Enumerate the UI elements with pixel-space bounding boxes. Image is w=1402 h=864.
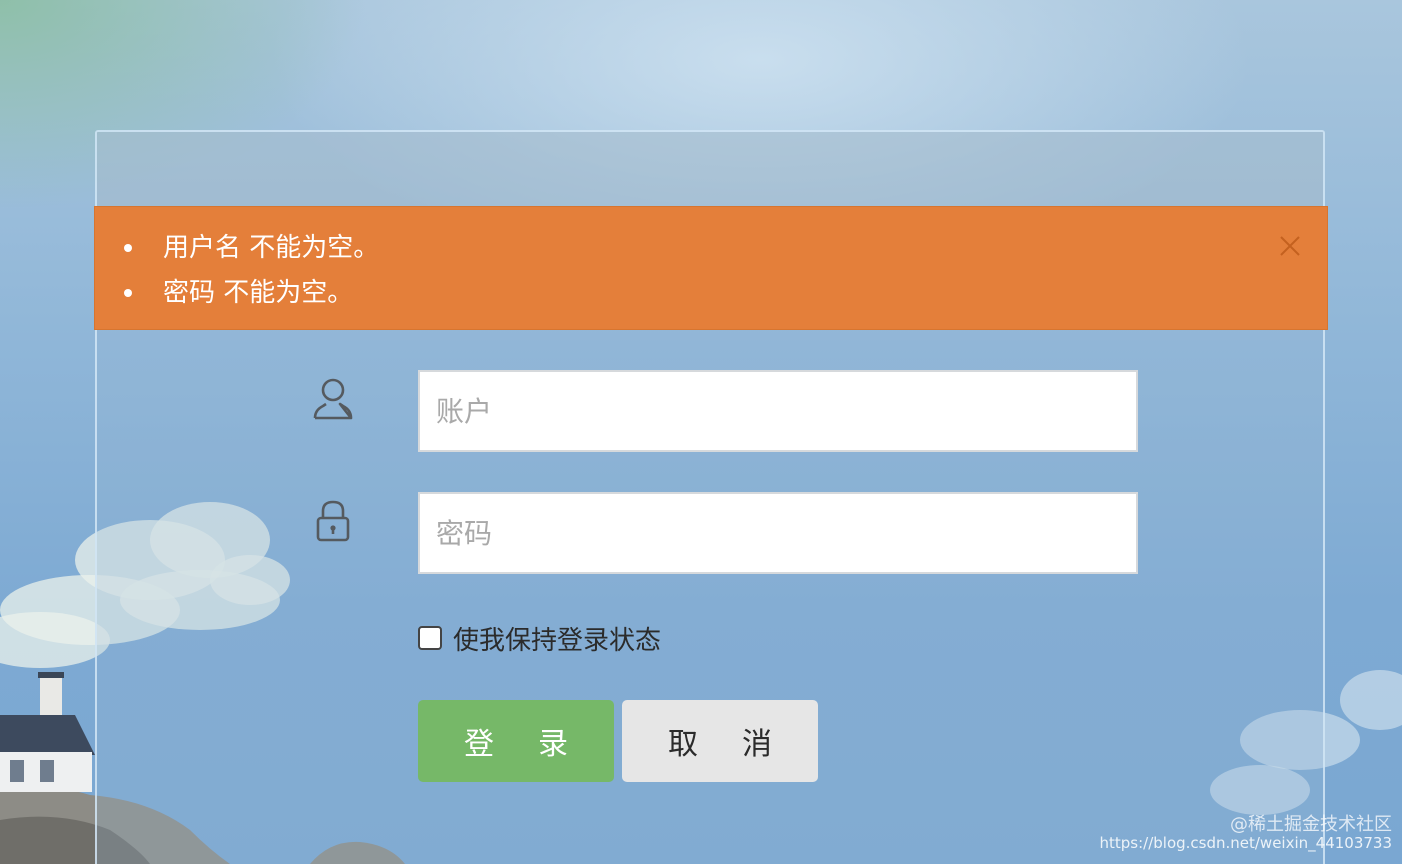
user-icon [313, 378, 353, 420]
watermark-community: @稀土掘金技术社区 [1230, 814, 1392, 835]
login-button-label-2: 录 [538, 727, 568, 762]
watermark: @稀土掘金技术社区 https://blog.csdn.net/weixin_4… [1099, 814, 1392, 853]
remember-me-checkbox[interactable] [418, 626, 442, 650]
remember-me-label[interactable]: 使我保持登录状态 [453, 620, 661, 657]
remember-me-row: 使我保持登录状态 [418, 620, 661, 656]
error-text: 密码 不能为空。 [163, 278, 354, 308]
validation-error-alert: 用户名 不能为空。 密码 不能为空。 [94, 206, 1328, 330]
username-input[interactable] [418, 370, 1138, 452]
login-button-label-1: 登 [464, 727, 494, 762]
cancel-button[interactable]: 取 消 [622, 700, 818, 782]
watermark-url: https://blog.csdn.net/weixin_44103733 [1099, 834, 1392, 852]
error-text: 用户名 不能为空。 [163, 233, 380, 263]
login-button[interactable]: 登 录 [418, 700, 614, 782]
close-icon[interactable] [1277, 233, 1303, 259]
bullet-icon [124, 289, 132, 297]
lock-icon [316, 500, 350, 542]
cancel-button-label-2: 消 [742, 727, 772, 762]
bullet-icon [124, 244, 132, 252]
error-message-password: 密码 不能为空。 [95, 274, 379, 319]
error-message-username: 用户名 不能为空。 [95, 229, 379, 274]
cancel-button-label-1: 取 [668, 727, 698, 762]
error-list: 用户名 不能为空。 密码 不能为空。 [95, 229, 379, 319]
login-panel-header [97, 132, 1323, 208]
password-input[interactable] [418, 492, 1138, 574]
